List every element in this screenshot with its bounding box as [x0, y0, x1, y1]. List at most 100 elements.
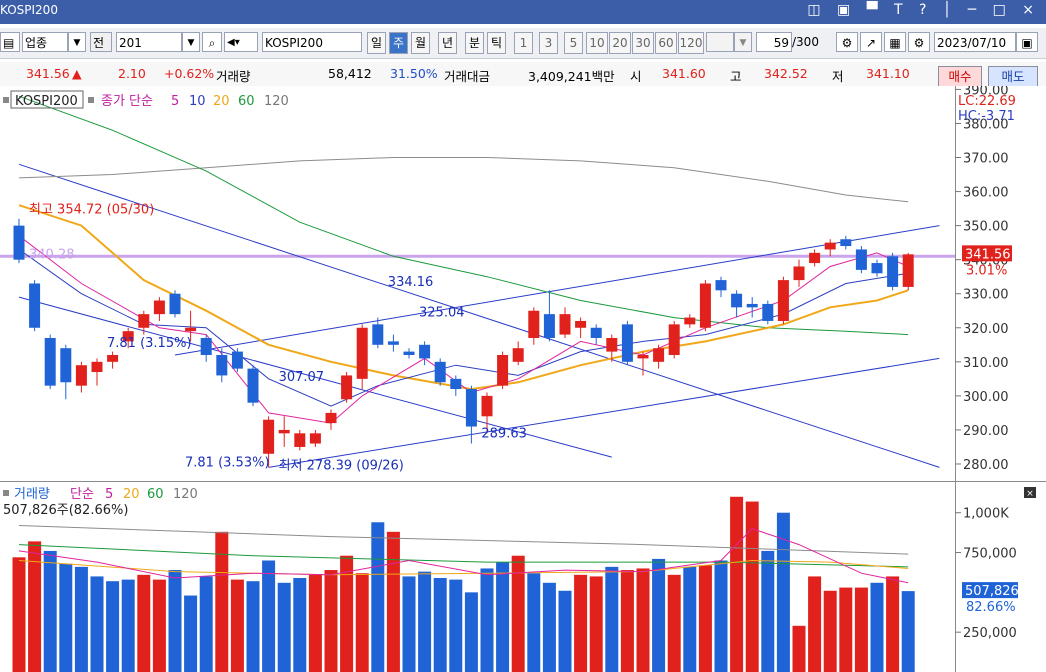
- interval-3-button[interactable]: 3: [539, 32, 558, 54]
- candle-body[interactable]: [512, 348, 524, 362]
- candle-body[interactable]: [715, 280, 727, 291]
- candle-body[interactable]: [60, 348, 72, 383]
- interval-20-button[interactable]: 20: [609, 32, 631, 54]
- volume-bar[interactable]: [12, 557, 26, 672]
- jeon-button[interactable]: 전: [90, 32, 112, 52]
- candle-body[interactable]: [481, 395, 493, 417]
- candle-body[interactable]: [107, 355, 119, 362]
- code-input[interactable]: 201: [116, 32, 182, 52]
- candle-body[interactable]: [668, 324, 680, 356]
- period-minute-button[interactable]: 분: [465, 32, 484, 54]
- volume-bar[interactable]: [652, 558, 666, 672]
- candle-body[interactable]: [731, 293, 743, 308]
- candle-body[interactable]: [793, 266, 805, 281]
- volume-bar[interactable]: [667, 574, 681, 672]
- volume-bar[interactable]: [698, 565, 712, 672]
- candle-body[interactable]: [840, 239, 852, 247]
- candle-body[interactable]: [902, 254, 914, 287]
- interval-5-button[interactable]: 5: [564, 32, 583, 54]
- sell-button[interactable]: 매도: [988, 66, 1038, 87]
- volume-bar[interactable]: [152, 579, 166, 672]
- candle-settings-icon[interactable]: ⚙: [836, 32, 858, 52]
- candle-body[interactable]: [29, 283, 41, 328]
- candle-body[interactable]: [247, 368, 259, 403]
- candle-body[interactable]: [450, 378, 462, 390]
- candle-body[interactable]: [590, 327, 602, 338]
- interval-60-button[interactable]: 60: [655, 32, 677, 54]
- candle-body[interactable]: [185, 327, 197, 332]
- volume-bar[interactable]: [745, 501, 759, 672]
- volume-bar[interactable]: [480, 568, 494, 672]
- interval-10-button[interactable]: 10: [586, 32, 608, 54]
- candle-body[interactable]: [263, 419, 275, 454]
- volume-bar[interactable]: [59, 563, 73, 672]
- interval-120-button[interactable]: 120: [678, 32, 704, 54]
- candle-body[interactable]: [13, 225, 25, 260]
- volume-bar[interactable]: [293, 578, 307, 672]
- candle-body[interactable]: [434, 361, 446, 383]
- save-icon[interactable]: ▦: [884, 32, 906, 52]
- volume-bar[interactable]: [730, 496, 744, 672]
- candle-body[interactable]: [309, 433, 321, 444]
- volume-bar[interactable]: [324, 570, 338, 672]
- volume-bar[interactable]: [308, 574, 322, 672]
- volume-bar[interactable]: [839, 587, 853, 672]
- candle-body[interactable]: [777, 280, 789, 321]
- candle-body[interactable]: [294, 433, 306, 447]
- volume-bar[interactable]: [823, 590, 837, 672]
- volume-bar[interactable]: [90, 576, 104, 672]
- volume-bar[interactable]: [386, 531, 400, 672]
- volume-bar[interactable]: [574, 574, 588, 672]
- candle-body[interactable]: [341, 375, 353, 400]
- buy-button[interactable]: 매수: [938, 66, 982, 87]
- volume-bar[interactable]: [74, 566, 88, 672]
- candle-body[interactable]: [497, 355, 509, 386]
- volume-bar[interactable]: [402, 576, 416, 672]
- volume-bar[interactable]: [230, 579, 244, 672]
- candle-body[interactable]: [278, 429, 290, 434]
- volume-bar[interactable]: [683, 566, 697, 672]
- volume-bar[interactable]: [808, 576, 822, 672]
- candle-body[interactable]: [325, 412, 337, 424]
- candle-body[interactable]: [762, 303, 774, 321]
- candle-body[interactable]: [809, 252, 821, 264]
- volume-bar[interactable]: [542, 582, 556, 672]
- candle-body[interactable]: [824, 242, 836, 250]
- volume-bar[interactable]: [121, 579, 135, 672]
- volume-bar[interactable]: [106, 581, 120, 672]
- custom-interval-field[interactable]: [706, 32, 734, 52]
- candle-body[interactable]: [465, 389, 477, 427]
- code-dropdown-icon[interactable]: ▼: [182, 32, 200, 52]
- custom-interval-dropdown-icon[interactable]: ▼: [734, 32, 752, 52]
- volume-bar[interactable]: [371, 522, 385, 672]
- volume-bar[interactable]: [277, 582, 291, 672]
- candle-body[interactable]: [528, 310, 540, 338]
- volume-bar[interactable]: [449, 579, 463, 672]
- volume-bar[interactable]: [886, 576, 900, 672]
- gear-icon[interactable]: ⚙: [908, 32, 930, 52]
- candle-body[interactable]: [621, 324, 633, 362]
- volume-bar[interactable]: [792, 625, 806, 672]
- volume-bar[interactable]: [605, 566, 619, 672]
- volume-bar[interactable]: [43, 550, 57, 672]
- candle-body[interactable]: [44, 337, 56, 386]
- sound-icon[interactable]: ◀▾: [224, 32, 258, 52]
- count-input[interactable]: 59: [756, 32, 792, 52]
- volume-bar[interactable]: [901, 591, 915, 672]
- candle-body[interactable]: [606, 337, 618, 352]
- interval-30-button[interactable]: 30: [632, 32, 654, 54]
- candle-body[interactable]: [356, 327, 368, 379]
- candle-body[interactable]: [684, 317, 696, 325]
- candle-body[interactable]: [543, 314, 555, 338]
- volume-bar[interactable]: [137, 574, 151, 672]
- date-input[interactable]: 2023/07/10: [934, 32, 1016, 52]
- period-tick-button[interactable]: 틱: [487, 32, 506, 54]
- period-day-button[interactable]: 일: [367, 32, 386, 54]
- candle-body[interactable]: [637, 355, 649, 359]
- candle-body[interactable]: [153, 300, 165, 315]
- volume-bar[interactable]: [558, 590, 572, 672]
- candle-body[interactable]: [575, 320, 587, 328]
- volume-bar[interactable]: [355, 573, 369, 672]
- interval-1-button[interactable]: 1: [514, 32, 533, 54]
- volume-bar[interactable]: [215, 531, 229, 672]
